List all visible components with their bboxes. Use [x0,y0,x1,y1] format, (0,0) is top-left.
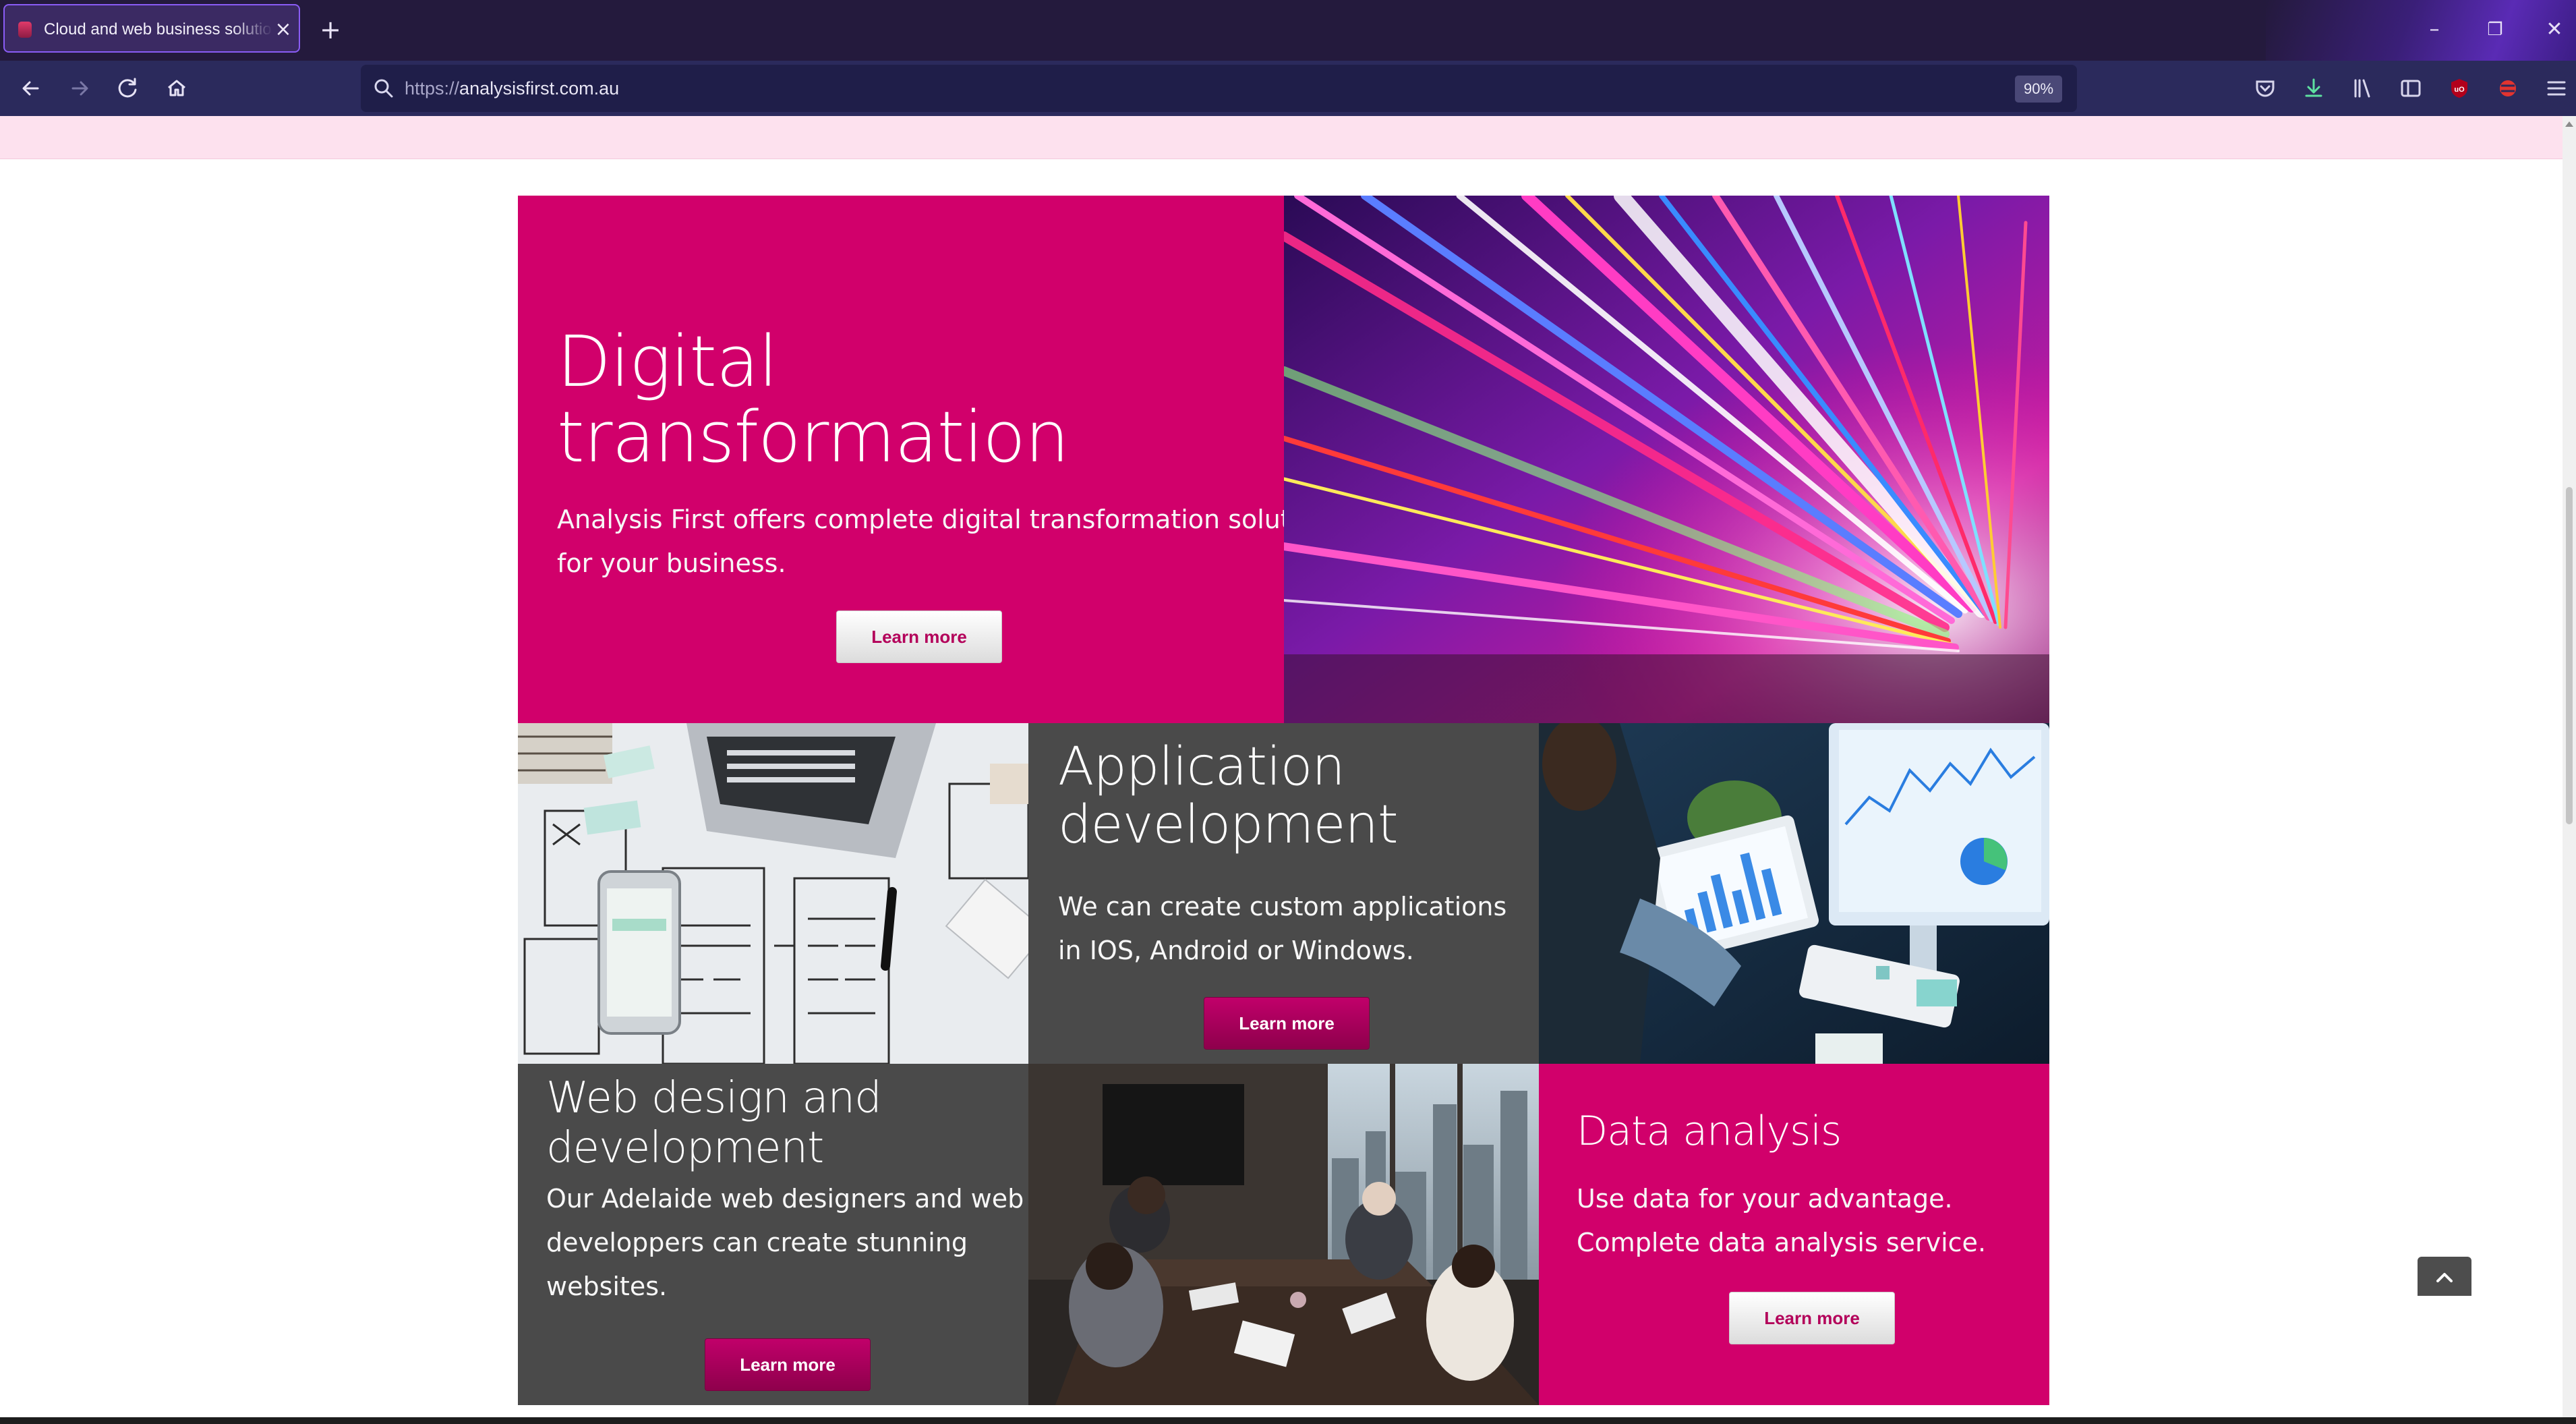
close-window-button[interactable]: ✕ [2534,9,2575,50]
home-icon[interactable] [160,73,193,104]
back-to-top-button[interactable] [2418,1257,2471,1296]
analytics-dashboard-photo [1539,723,2049,1064]
ublock-icon[interactable]: uO [2445,73,2474,104]
web-design-title-line2: development [546,1123,824,1173]
data-analysis-text: Use data for your advantage. Complete da… [1577,1177,1986,1265]
address-bar[interactable]: https://analysisfirst.com.au 90% [361,65,2077,112]
data-analysis-learn-more-button[interactable]: Learn more [1729,1292,1895,1344]
hero-title-line2: transformation [557,396,1070,478]
web-design-panel: Web design and development Our Adelaide … [518,1064,1028,1405]
minimize-button[interactable]: – [2414,9,2455,50]
meeting-room-photo [1028,1064,1539,1405]
hero-title: Digital transformation [557,320,1070,478]
page-viewport: Digital transformation Analysis First of… [0,116,2563,1424]
hero-learn-more-button[interactable]: Learn more [836,610,1002,663]
scrollbar-thumb[interactable] [2566,487,2573,824]
hero-title-line1: Digital [557,320,778,403]
app-dev-learn-more-button[interactable]: Learn more [1204,997,1370,1050]
app-dev-title-line1: Application [1058,737,1345,797]
app-dev-text-line1: We can create custom applications [1058,892,1507,921]
browser-nav-bar: https://analysisfirst.com.au 90% uO [0,61,2576,116]
restore-button[interactable]: ❐ [2475,9,2515,50]
app-dev-text-line2: in IOS, Android or Windows. [1058,936,1414,965]
web-design-title-line1: Web design and [546,1073,882,1123]
zoom-level-badge[interactable]: 90% [2015,76,2062,103]
light-trails-photo [1284,196,2049,723]
page-scrollbar[interactable] [2563,116,2576,1424]
url-protocol: https:// [405,78,460,98]
app-dev-title-line2: development [1058,795,1399,855]
url-text[interactable]: https://analysisfirst.com.au [405,77,619,100]
hero-text: Analysis First offers complete digital t… [557,498,1284,586]
web-design-learn-more-button[interactable]: Learn more [705,1338,871,1391]
web-design-text: Our Adelaide web designers and web devel… [546,1177,1024,1309]
web-design-title: Web design and development [546,1073,882,1173]
tab-title: Cloud and web business solutio [44,20,272,38]
wireframe-sketches-photo [518,723,1028,1064]
web-design-text-line3: websites. [546,1272,668,1301]
active-tab[interactable]: Cloud and web business solutio × [3,4,300,53]
extension-icon[interactable] [2493,73,2523,104]
new-tab-button[interactable]: + [317,15,344,45]
pocket-icon[interactable] [2250,73,2280,104]
search-icon [372,76,396,101]
chevron-up-icon [2436,1273,2453,1282]
svg-text:uO: uO [2454,86,2465,94]
url-host: analysisfirst.com.au [459,78,620,98]
header-strip [0,116,2563,159]
hero-text-line2: for your business. [557,548,786,578]
back-icon[interactable] [15,73,47,104]
tab-close-icon[interactable]: × [271,18,295,42]
web-design-text-line1: Our Adelaide web designers and web [546,1184,1024,1214]
reload-icon[interactable] [112,73,144,104]
site-favicon-icon [18,22,32,38]
browser-tab-bar: Cloud and web business solutio × + – ❐ ✕ [0,0,2576,61]
data-analysis-panel: Data analysis Use data for your advantag… [1539,1064,2049,1405]
app-dev-text: We can create custom applications in IOS… [1058,885,1506,973]
downloads-icon[interactable] [2299,73,2329,104]
app-dev-panel: Application development We can create cu… [1028,723,1539,1064]
taskbar-edge [0,1417,2576,1424]
menu-icon[interactable] [2542,73,2571,104]
data-analysis-text-line1: Use data for your advantage. [1577,1184,1953,1214]
app-dev-title: Application development [1058,737,1399,855]
forward-icon[interactable] [63,73,96,104]
sidebar-icon[interactable] [2396,73,2426,104]
data-analysis-title: Data analysis [1577,1108,1842,1155]
data-analysis-text-line2: Complete data analysis service. [1577,1228,1987,1257]
library-icon[interactable] [2347,73,2377,104]
web-design-text-line2: developpers can create stunning [546,1228,968,1257]
scroll-up-icon[interactable] [2565,121,2573,127]
hero-panel: Digital transformation Analysis First of… [518,196,1284,723]
hero-text-line1: Analysis First offers complete digital t… [557,505,1284,534]
